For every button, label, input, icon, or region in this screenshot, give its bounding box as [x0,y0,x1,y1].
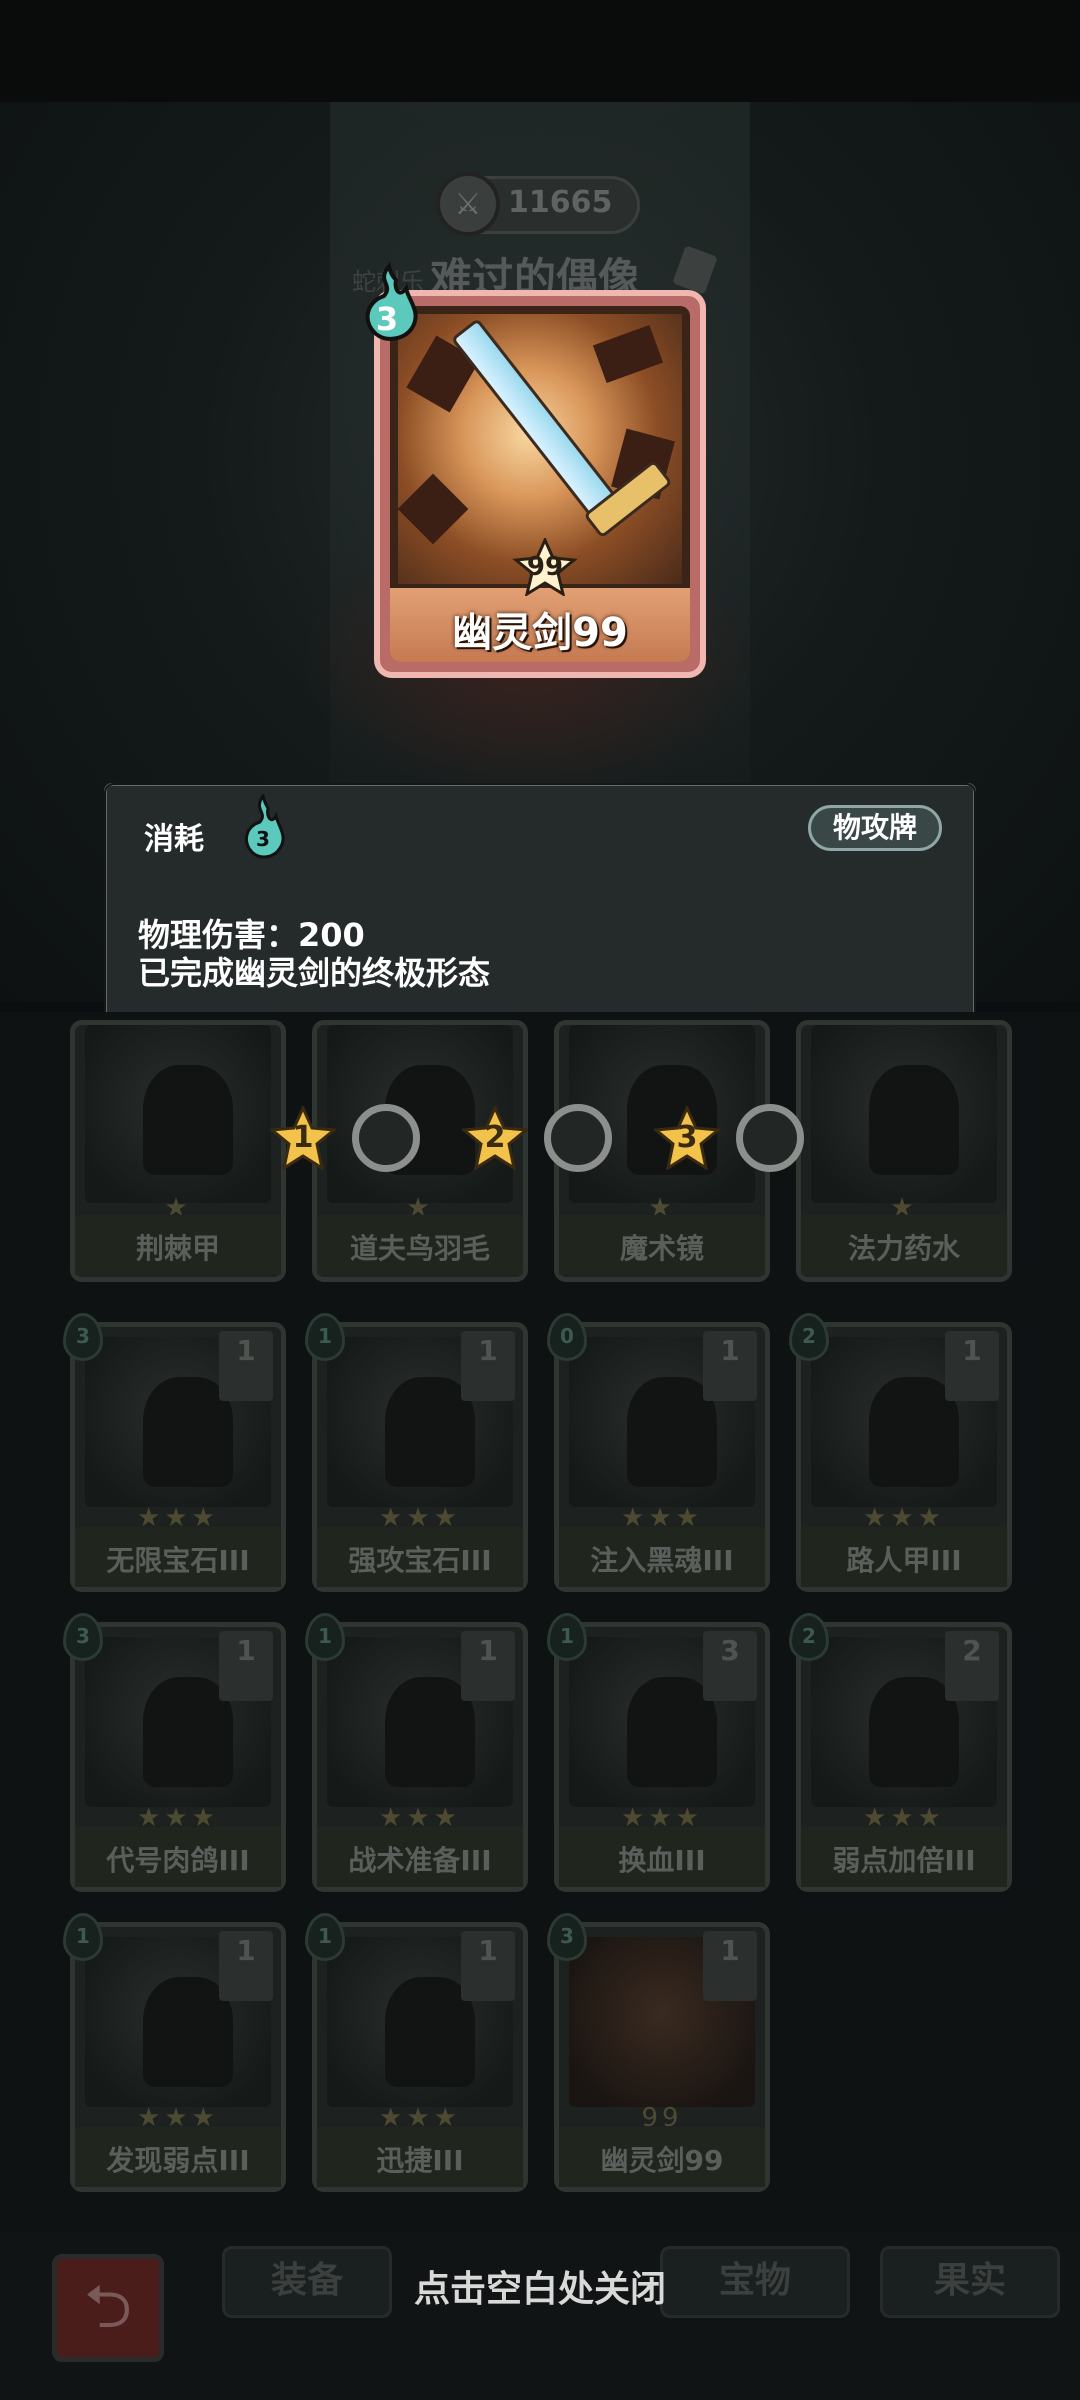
tab-treasure[interactable]: 宝物 [660,2246,850,2318]
deck-card[interactable]: 2 2 ★★★ 弱点加倍III [789,1613,1012,1892]
card-count: 1 [219,1931,273,2001]
close-hint[interactable]: 点击空白处关闭 [400,2260,680,2312]
card-name: 换血III [618,1844,706,1877]
card-figure [143,1065,233,1175]
card-name: 无限宝石III [106,1544,250,1577]
top-status-area [0,0,1080,102]
cost-label: 消耗 [144,822,204,857]
card-type-badge: 物攻牌 [808,805,942,851]
card-art [85,1025,271,1203]
card-name: 幽灵剑99 [452,610,628,656]
deck-card[interactable]: ★ 荆棘甲 [70,1020,286,1282]
card-count: 1 [461,1331,515,1401]
card-description: 物理伤害：200 已完成幽灵剑的终极形态 [138,916,490,992]
deck-card[interactable]: 1 1 ★★★ 发现弱点III [63,1913,286,2192]
deck-card[interactable]: 1 1 ★★★ 强攻宝石III [305,1313,528,1592]
card-count: 2 [945,1631,999,1701]
tab-fruit[interactable]: 果实 [880,2246,1060,2318]
card-name: 道夫鸟羽毛 [349,1232,490,1265]
card-name: 路人甲III [846,1544,962,1577]
deck-card[interactable]: 3 1 ★★★ 无限宝石III [63,1313,286,1592]
card-count: 1 [461,1931,515,2001]
upgrade-slot-number: 2 [484,1120,506,1155]
upgrade-slot-number: 1 [292,1120,314,1155]
card-name: 弱点加倍III [832,1844,976,1877]
art-shard [397,473,469,545]
tab-equip[interactable]: 装备 [222,2246,392,2318]
upgrade-slot-empty [352,1104,420,1172]
card-art [811,1025,997,1203]
upgrade-slot-empty [544,1104,612,1172]
deck-card[interactable]: 1 3 ★★★ 换血III [547,1613,770,1892]
deck-card[interactable]: 3 1 99 幽灵剑99 [547,1913,770,2192]
card-count: 1 [461,1631,515,1701]
card-name: 战术准备III [348,1844,492,1877]
art-shard [592,324,664,384]
card-count: 1 [219,1631,273,1701]
card-name: 荆棘甲 [135,1232,220,1265]
card-name: 幽灵剑99 [600,2144,724,2177]
card-count: 1 [703,1931,757,2001]
card-name: 注入黑魂III [590,1544,734,1577]
card-count: 3 [703,1631,757,1701]
card-name: 发现弱点III [106,2144,250,2177]
card-level: 99 [526,552,564,582]
upgrade-slot-empty [736,1104,804,1172]
card-name: 魔术镜 [619,1232,704,1265]
card-name: 代号肉鸽III [106,1844,250,1877]
upgrade-slot-number: 3 [676,1120,698,1155]
card-name: 强攻宝石III [348,1544,492,1577]
sword-coin-icon: ⚔ [436,172,500,236]
back-arrow-icon[interactable]: ⮌ [52,2254,164,2362]
card-count: 1 [703,1331,757,1401]
deck-card[interactable]: 1 1 ★★★ 战术准备III [305,1613,528,1892]
cost-value: 3 [256,827,270,851]
card-figure [869,1065,959,1175]
card-name: 法力药水 [847,1232,960,1265]
card-cost: 3 [375,300,399,338]
featured-card: 幽灵剑99 99 [374,290,706,678]
deck-card[interactable]: 3 1 ★★★ 代号肉鸽III [63,1613,286,1892]
description-line: 已完成幽灵剑的终极形态 [138,954,491,992]
featured-card-inner: 幽灵剑99 99 [390,306,690,662]
card-name: 迅捷III [376,2144,464,2177]
deck-card[interactable]: 1 1 ★★★ 迅捷III [305,1913,528,2192]
deck-card[interactable]: 0 1 ★★★ 注入黑魂III [547,1313,770,1592]
coin-amount: 11665 [508,185,613,220]
deck-card[interactable]: 2 1 ★★★ 路人甲III [789,1313,1012,1592]
card-count: 1 [945,1331,999,1401]
description-line: 物理伤害：200 [138,916,365,954]
deck-card[interactable]: ★ 法力药水 [796,1020,1012,1282]
card-count: 1 [219,1331,273,1401]
